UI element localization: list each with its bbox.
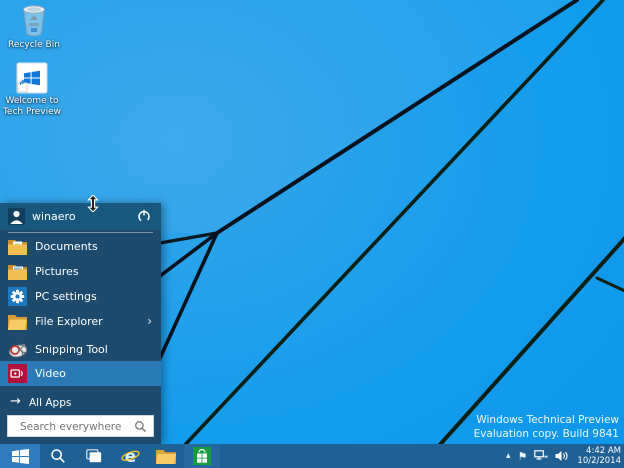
menu-item-label: PC settings (35, 290, 97, 303)
power-icon[interactable] (137, 209, 151, 223)
magnifier-icon[interactable] (134, 420, 147, 433)
volume-icon[interactable] (555, 450, 568, 462)
desktop-icon-welcome[interactable]: Welcome to Tech Preview (0, 62, 64, 118)
clock-date: 10/2/2014 (577, 456, 621, 466)
search-input[interactable] (18, 416, 132, 438)
start-button[interactable] (0, 444, 40, 468)
video-camera-tile-icon (8, 364, 27, 383)
menu-item-label: Video (35, 367, 66, 380)
action-center-flag-icon[interactable]: ⚑ (518, 451, 528, 462)
username[interactable]: winaero (32, 210, 76, 223)
clock-time: 4:42 AM (586, 446, 621, 456)
task-view-button[interactable] (76, 444, 112, 468)
search-icon (51, 449, 65, 463)
desktop-icon-recycle-bin[interactable]: Recycle Bin (2, 4, 66, 51)
gear-tile-icon (8, 287, 27, 306)
ie-icon: e (120, 447, 140, 466)
clock[interactable]: 4:42 AM 10/2/2014 (575, 446, 621, 466)
documents-folder-icon (8, 237, 27, 256)
yellow-folder-icon (156, 450, 176, 464)
menu-item-pictures[interactable]: Pictures (0, 259, 161, 284)
snipping-scissors-icon (8, 340, 27, 359)
submenu-chevron-icon: › (147, 314, 152, 328)
menu-item-label: File Explorer (35, 315, 103, 328)
watermark-line1: Windows Technical Preview (476, 414, 619, 426)
explorer-folder-icon (8, 312, 27, 331)
search-box[interactable] (7, 415, 154, 438)
menu-item-snipping-tool[interactable]: Snipping Tool (0, 337, 161, 362)
show-hidden-icons-chevron-icon[interactable]: ▴ (506, 451, 511, 461)
desktop: Recycle Bin Welcome to Tech Preview Wind… (0, 0, 624, 468)
watermark-line2: Evaluation copy. Build 9841 (473, 427, 619, 440)
file-explorer-button[interactable] (148, 444, 184, 468)
store-icon (193, 447, 211, 465)
all-apps-label: All Apps (29, 397, 72, 409)
menu-item-video[interactable]: Video (0, 361, 161, 386)
menu-item-label: Documents (35, 240, 98, 253)
taskbar: e ▴ ⚑ 4:42 AM 10/2/2014 (0, 444, 624, 468)
menu-item-file-explorer[interactable]: File Explorer › (0, 309, 161, 334)
desktop-icon-label-line1: Welcome to (5, 96, 59, 106)
all-apps-button[interactable]: → All Apps (0, 391, 161, 416)
desktop-icon-label-line2: Tech Preview (2, 107, 62, 117)
header-separator (8, 232, 153, 233)
start-menu: winaero Documents Pictures PC settings F… (0, 203, 161, 444)
menu-item-pc-settings[interactable]: PC settings (0, 284, 161, 309)
pictures-folder-icon (8, 262, 27, 281)
recycle-bin-icon (2, 4, 66, 38)
menu-item-label: Pictures (35, 265, 79, 278)
menu-item-label: Snipping Tool (35, 343, 108, 356)
taskbar-search-button[interactable] (40, 444, 76, 468)
store-button[interactable] (184, 444, 220, 468)
start-menu-header: winaero (0, 203, 161, 230)
all-apps-arrow-icon: → (10, 394, 21, 409)
svg-text:e: e (124, 447, 136, 466)
system-tray: ▴ ⚑ 4:42 AM 10/2/2014 (506, 444, 621, 468)
user-avatar-icon[interactable] (8, 208, 25, 225)
welcome-shortcut-icon (0, 62, 64, 94)
desktop-icon-label: Recycle Bin (8, 40, 60, 50)
windows-logo-icon (11, 448, 29, 464)
internet-explorer-button[interactable]: e (112, 444, 148, 468)
menu-item-documents[interactable]: Documents (0, 234, 161, 259)
ns-resize-cursor-icon (87, 195, 99, 212)
window-frames-icon (86, 449, 102, 463)
network-icon[interactable] (534, 450, 548, 462)
build-watermark: Windows Technical Preview Evaluation cop… (474, 414, 619, 441)
